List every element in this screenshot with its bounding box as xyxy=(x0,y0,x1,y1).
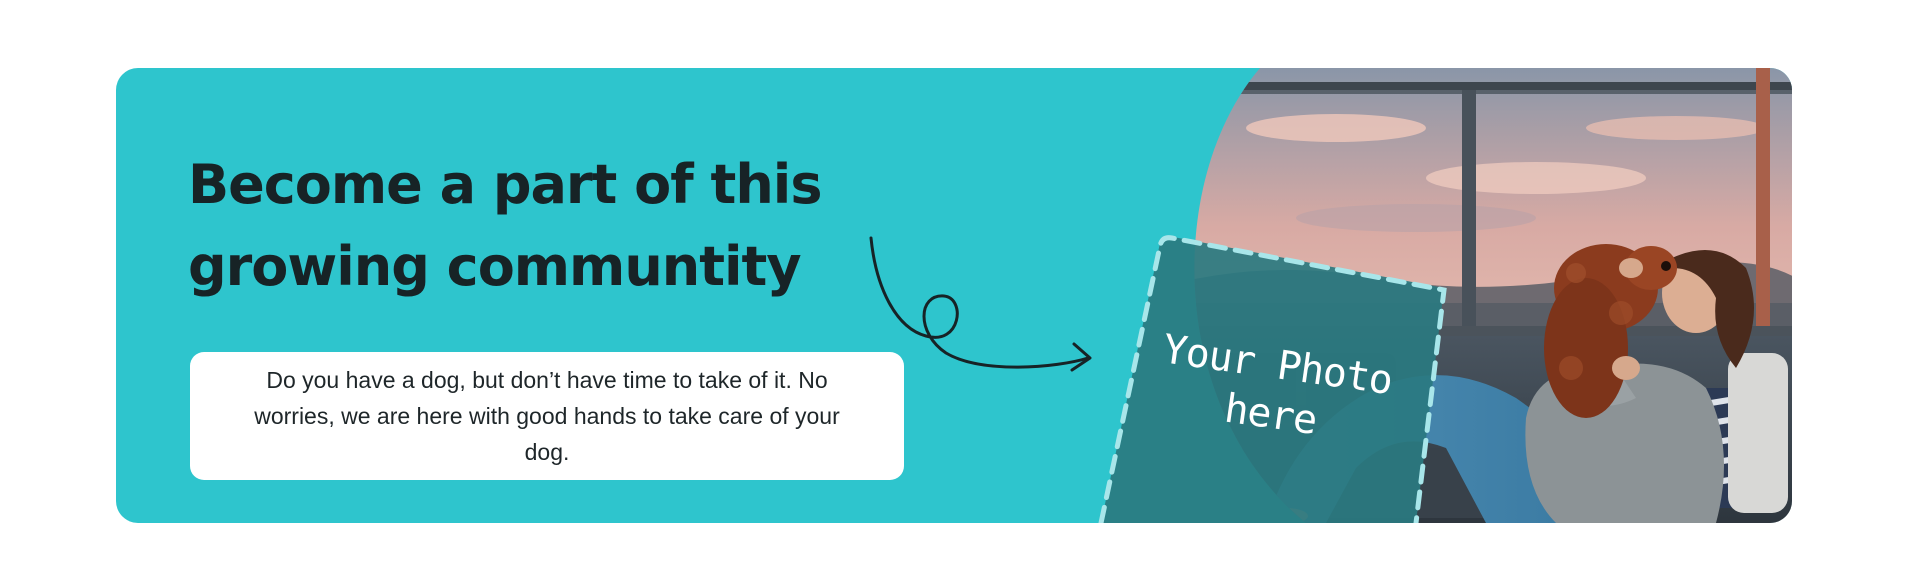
description-card: Do you have a dog, but don’t have time t… xyxy=(190,352,904,480)
banner-headline: Become a part of this growing communtity xyxy=(188,153,822,298)
community-banner: Become a part of this growing communtity… xyxy=(116,68,1792,523)
banner-description: Do you have a dog, but don’t have time t… xyxy=(254,367,840,465)
